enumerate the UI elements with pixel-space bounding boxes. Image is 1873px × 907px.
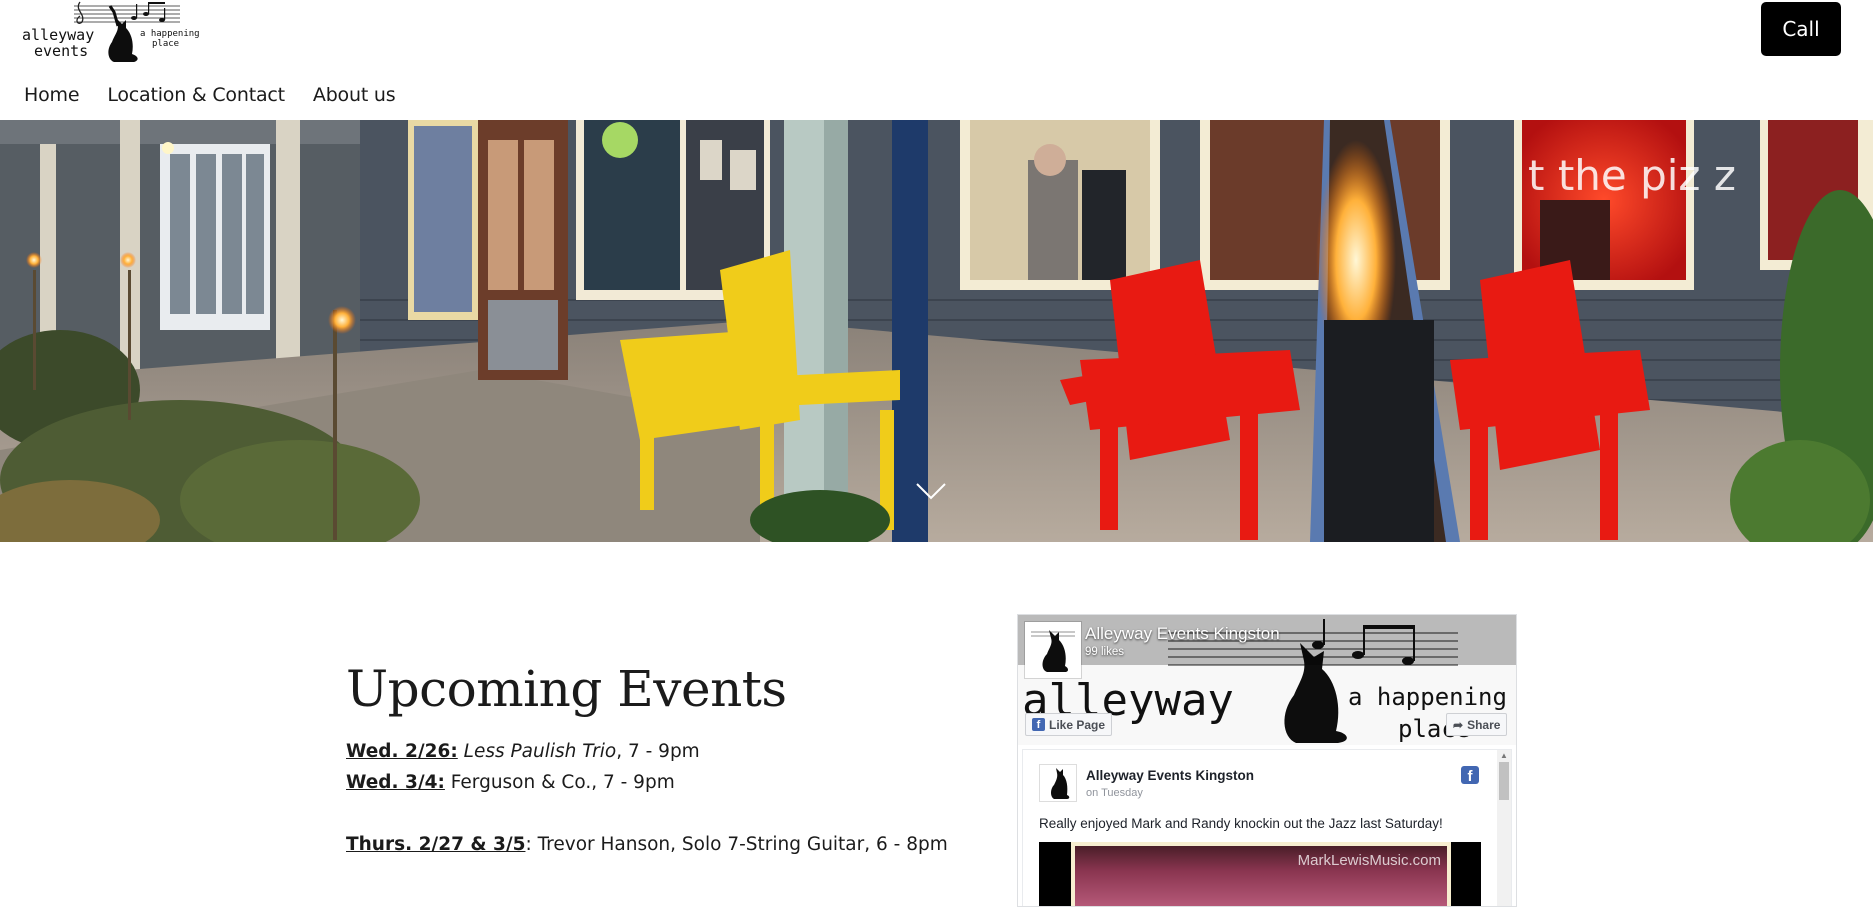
post-image[interactable]: MarkLewisMusic.com bbox=[1039, 842, 1481, 906]
facebook-icon: f bbox=[1032, 718, 1045, 731]
facebook-cover[interactable]: alleyway a happening place Alleyway Even… bbox=[1018, 615, 1516, 745]
facebook-share-button[interactable]: ➦ Share bbox=[1446, 713, 1508, 736]
post-avatar[interactable] bbox=[1039, 764, 1077, 802]
event-detail: : Trevor Hanson, Solo 7-String Guitar, 6… bbox=[525, 834, 948, 855]
event-date: Wed. 2/26: bbox=[346, 741, 458, 762]
logo-tagline-1: a happening bbox=[140, 29, 200, 39]
event-detail: Ferguson & Co., 7 - 9pm bbox=[444, 772, 675, 793]
cover-tagline-1: a happening bbox=[1348, 683, 1507, 711]
hero-image: t the piz z bbox=[0, 120, 1873, 542]
events-title: Upcoming Events bbox=[346, 660, 787, 718]
facebook-feed[interactable]: Alleyway Events Kingston on Tuesday f Re… bbox=[1022, 749, 1512, 906]
event-date: Wed. 3/4: bbox=[346, 772, 445, 793]
facebook-like-count: 99 likes bbox=[1085, 646, 1124, 658]
event-title: Less Paulish Trio bbox=[463, 741, 617, 762]
site-logo[interactable]: alleyway events a happening place bbox=[22, 0, 202, 66]
post-author[interactable]: Alleyway Events Kingston bbox=[1086, 768, 1254, 783]
upcoming-events: Upcoming Events Wed. 2/26: Less Paulish … bbox=[346, 660, 948, 860]
logo-word-events: events bbox=[34, 42, 88, 60]
nav-home[interactable]: Home bbox=[24, 84, 80, 106]
scrollbar-thumb[interactable] bbox=[1499, 762, 1509, 800]
facebook-page-name[interactable]: Alleyway Events Kingston bbox=[1085, 624, 1280, 644]
logo-tagline-2: place bbox=[152, 39, 179, 49]
hero-banner: t the piz z bbox=[0, 120, 1873, 542]
share-label: Share bbox=[1467, 717, 1501, 732]
event-time: , 7 - 9pm bbox=[616, 741, 700, 762]
event-item: Wed. 3/4: Ferguson & Co., 7 - 9pm bbox=[346, 767, 946, 798]
main-nav: Home Location & Contact About us bbox=[24, 84, 396, 106]
facebook-like-page-button[interactable]: f Like Page bbox=[1025, 713, 1113, 736]
event-item: Thurs. 2/27 & 3/5: Trevor Hanson, Solo 7… bbox=[346, 829, 948, 860]
post-text: Really enjoyed Mark and Randy knockin ou… bbox=[1039, 816, 1443, 831]
share-icon: ➦ bbox=[1453, 717, 1464, 732]
feed-scrollbar[interactable]: ▲ bbox=[1497, 750, 1511, 906]
nav-about-us[interactable]: About us bbox=[313, 84, 396, 106]
pizza-sign-text: t the piz z bbox=[1528, 151, 1736, 200]
event-item-cut-off bbox=[346, 898, 826, 907]
event-item: Wed. 2/26: Less Paulish Trio, 7 - 9pm bbox=[346, 736, 946, 767]
facebook-page-widget: alleyway a happening place Alleyway Even… bbox=[1017, 614, 1517, 907]
chevron-down-icon[interactable] bbox=[915, 482, 947, 500]
scroll-up-arrow-icon[interactable]: ▲ bbox=[1500, 751, 1508, 760]
facebook-logo-icon[interactable]: f bbox=[1461, 766, 1479, 784]
call-button[interactable]: Call bbox=[1761, 2, 1841, 56]
facebook-page-avatar[interactable] bbox=[1025, 622, 1081, 678]
post-image-watermark: MarkLewisMusic.com bbox=[1297, 852, 1441, 869]
event-date: Thurs. 2/27 & 3/5 bbox=[346, 834, 526, 855]
site-header: alleyway events a happening place Call H… bbox=[0, 0, 1873, 120]
post-timestamp[interactable]: on Tuesday bbox=[1086, 787, 1143, 799]
like-page-label: Like Page bbox=[1049, 717, 1106, 732]
nav-location-contact[interactable]: Location & Contact bbox=[107, 84, 285, 106]
